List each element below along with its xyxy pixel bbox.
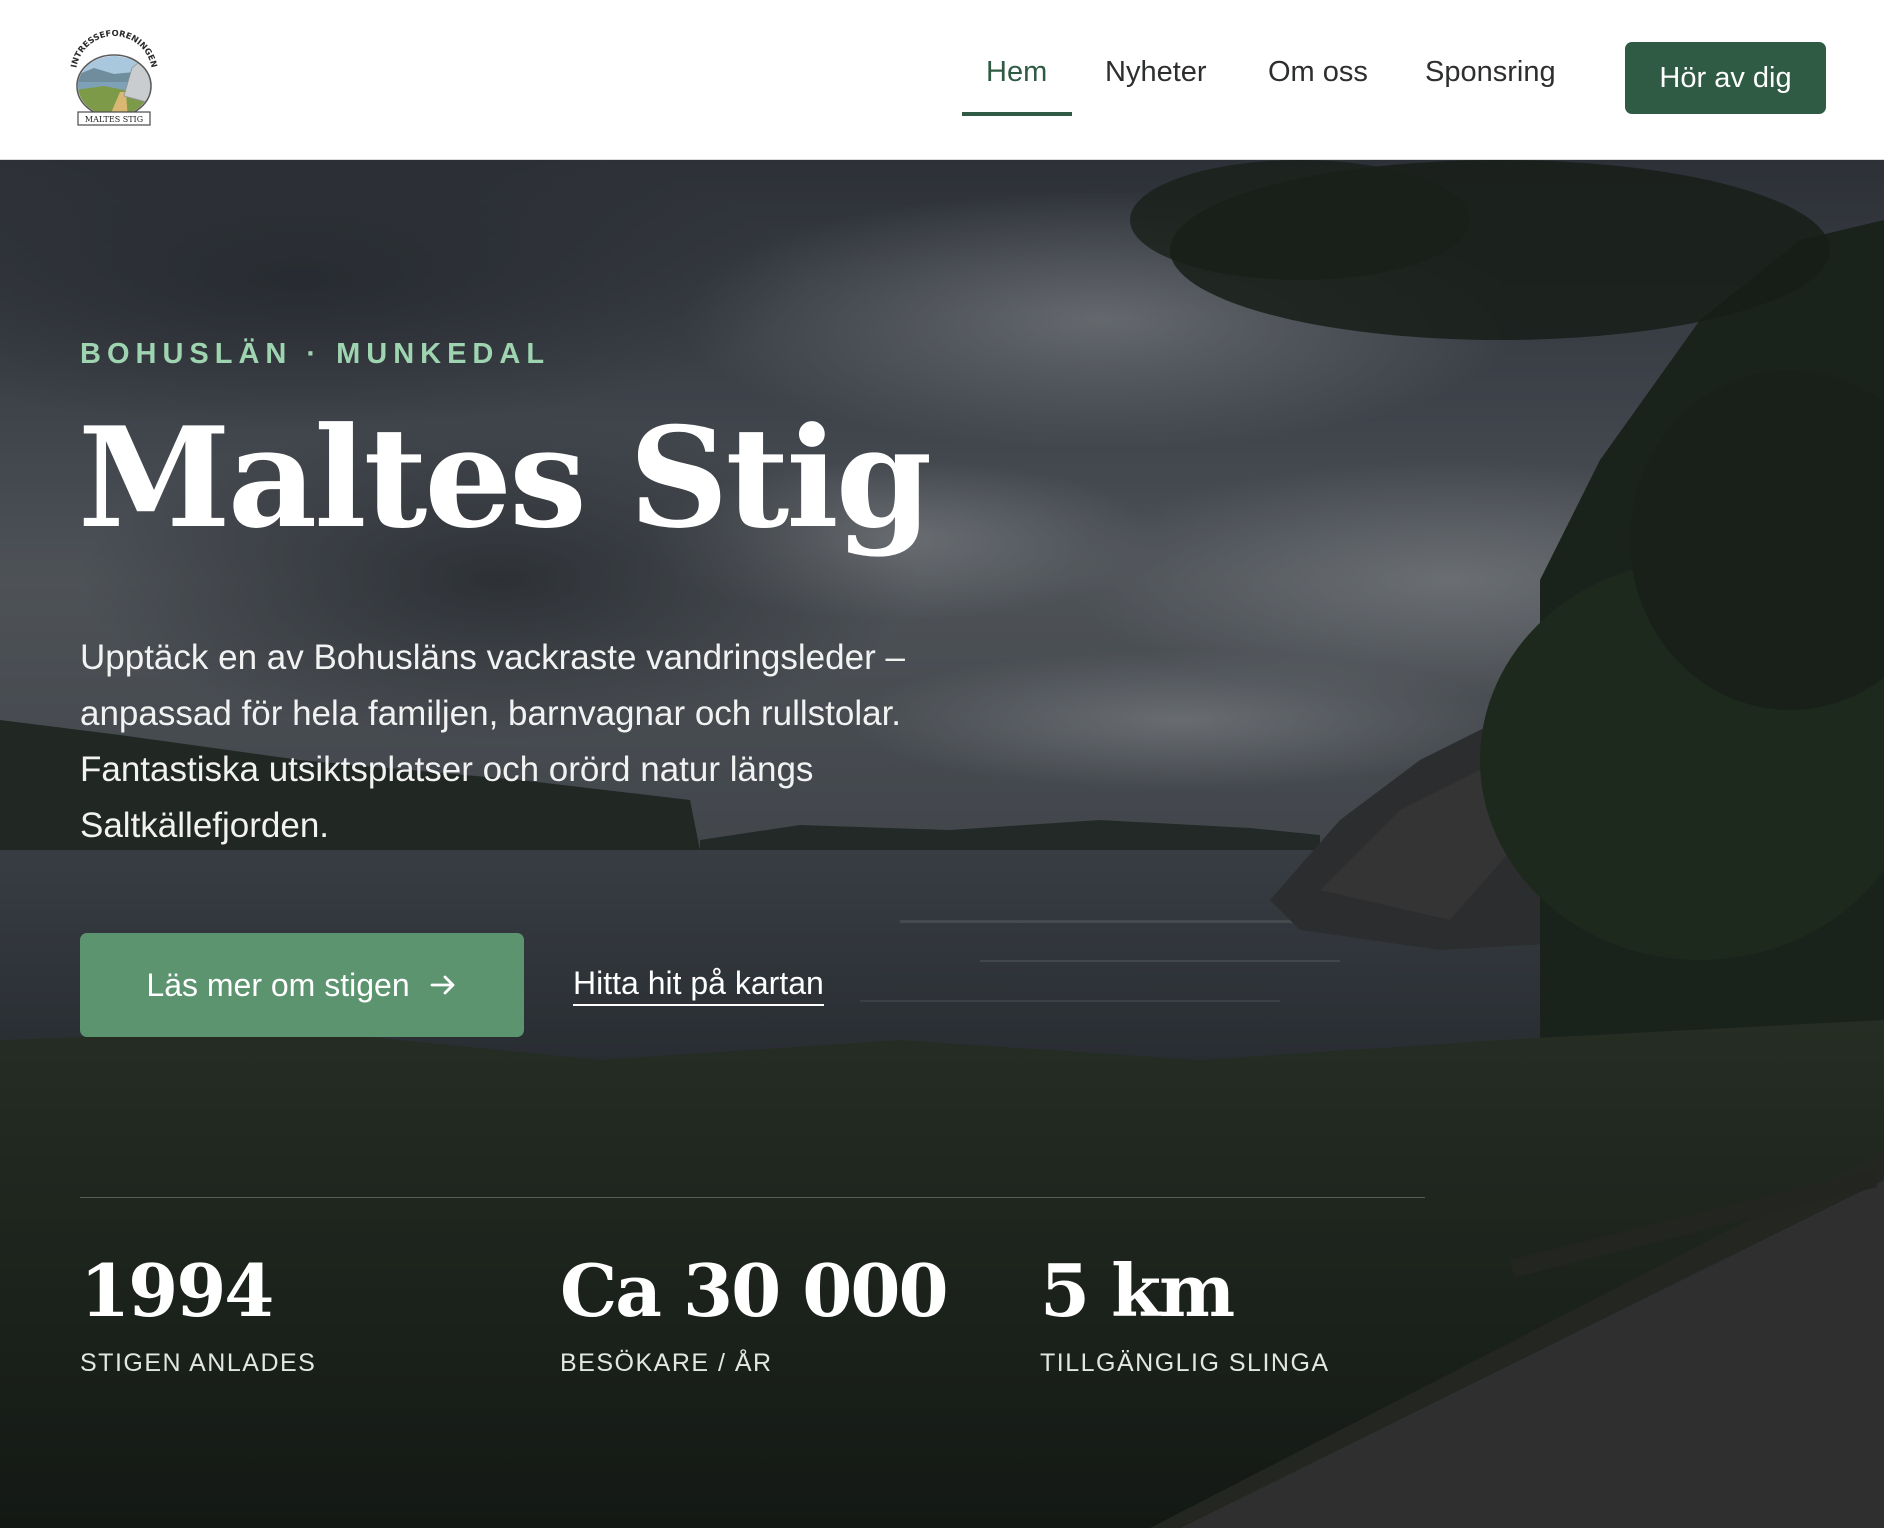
nav-item-om-oss[interactable]: Om oss: [1268, 56, 1368, 89]
hero-description: Upptäck en av Bohusläns vackraste vandri…: [80, 638, 905, 845]
contact-button[interactable]: Hör av dig: [1625, 42, 1826, 114]
stat-visitors: Ca 30 000 BESÖKARE / ÅR: [560, 1248, 949, 1378]
nav-item-sponsring[interactable]: Sponsring: [1425, 56, 1556, 89]
site-logo[interactable]: INTRESSEFÖRENINGEN MALTES STIG: [64, 28, 164, 130]
stat-value: Ca 30 000: [560, 1248, 949, 1333]
stat-value: 5 km: [1040, 1248, 1235, 1333]
nav-active-indicator: [962, 112, 1072, 116]
stat-founded: 1994 STIGEN ANLADES: [80, 1255, 316, 1378]
logo-banner-text: MALTES STIG: [85, 115, 143, 124]
nav-item-hem[interactable]: Hem: [986, 56, 1047, 89]
nav-item-nyheter[interactable]: Nyheter: [1105, 56, 1207, 89]
hero-section: BOHUSLÄN · MUNKEDAL Maltes Stig Upptäck …: [0, 160, 1884, 1528]
read-more-button-label: Läs mer om stigen: [146, 966, 410, 1003]
page: INTRESSEFÖRENINGEN MALTES STIG Hem Nyhet…: [0, 0, 1884, 1528]
stat-label: TILLGÄNGLIG SLINGA: [1040, 1349, 1330, 1377]
stat-value: 1994: [80, 1248, 274, 1333]
site-header: INTRESSEFÖRENINGEN MALTES STIG Hem Nyhet…: [0, 0, 1884, 160]
find-on-map-link[interactable]: Hitta hit på kartan: [573, 965, 824, 1006]
hero-eyebrow: BOHUSLÄN · MUNKEDAL: [80, 338, 551, 370]
hero-title: Maltes Stig: [78, 396, 932, 559]
stat-label: BESÖKARE / ÅR: [560, 1349, 773, 1377]
maltes-stig-logo-icon: INTRESSEFÖRENINGEN MALTES STIG: [69, 28, 159, 126]
read-more-button[interactable]: Läs mer om stigen: [80, 933, 524, 1037]
stats-divider: [80, 1197, 1425, 1198]
stat-label: STIGEN ANLADES: [80, 1349, 317, 1377]
arrow-right-icon: [430, 975, 455, 995]
stat-trail-length: 5 km TILLGÄNGLIG SLINGA: [1040, 1255, 1330, 1378]
